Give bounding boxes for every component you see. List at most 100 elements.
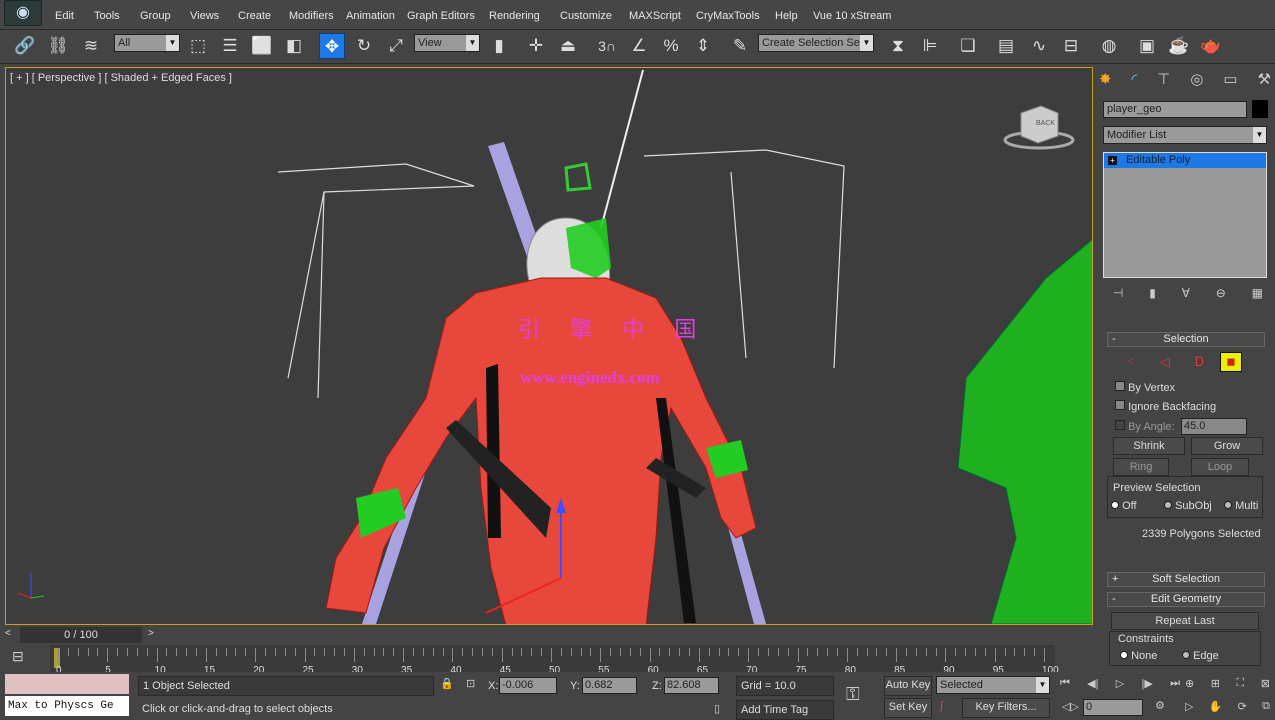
- menu-crymaxtools[interactable]: CryMaxTools: [696, 10, 760, 22]
- modifier-list-dropdown[interactable]: Modifier List ▼: [1103, 126, 1267, 144]
- object-color-swatch[interactable]: [1252, 100, 1268, 118]
- absolute-mode-icon[interactable]: ⊡: [466, 677, 475, 690]
- angle-value-field[interactable]: 45.0: [1181, 418, 1247, 435]
- edit-named-selection-icon[interactable]: ✎: [727, 33, 753, 59]
- orbit-icon[interactable]: ⟳: [1238, 700, 1247, 713]
- make-unique-icon[interactable]: ∀: [1182, 286, 1190, 300]
- app-logo-button[interactable]: ◉: [4, 0, 42, 26]
- object-name-field[interactable]: player_geo: [1103, 101, 1247, 118]
- named-selection-dropdown[interactable]: Create Selection Se ▼: [758, 34, 874, 52]
- set-key-button[interactable]: Set Key: [884, 698, 932, 718]
- utilities-tab-icon[interactable]: ⚒: [1258, 70, 1271, 88]
- time-configuration-icon[interactable]: ⚙: [1155, 699, 1165, 712]
- render-production-icon[interactable]: 🫖: [1198, 33, 1224, 59]
- menu-modifiers[interactable]: Modifiers: [289, 10, 334, 22]
- pan-icon[interactable]: ✋: [1209, 700, 1223, 713]
- viewcube-face-label[interactable]: BACK: [1036, 120, 1055, 127]
- align-icon[interactable]: ⊫: [917, 33, 943, 59]
- constraint-none-radio[interactable]: [1120, 651, 1128, 659]
- material-editor-icon[interactable]: ◍: [1096, 33, 1122, 59]
- menu-create[interactable]: Create: [238, 10, 271, 22]
- create-tab-icon[interactable]: ✸: [1099, 70, 1112, 88]
- selection-lock-icon[interactable]: 🔒: [440, 677, 454, 690]
- go-to-start-icon[interactable]: ⏮: [1060, 677, 1070, 690]
- stack-item-editable-poly[interactable]: + Editable Poly: [1104, 153, 1266, 168]
- select-and-scale-icon[interactable]: ⤢: [383, 33, 409, 59]
- set-key-icon[interactable]: ⚿: [846, 684, 860, 705]
- maxscript-listener-input[interactable]: Max to Physcs Ge: [5, 696, 129, 716]
- schematic-view-icon[interactable]: ⊟: [1058, 33, 1084, 59]
- reference-coordinate-dropdown[interactable]: View ▼: [414, 34, 480, 52]
- display-tab-icon[interactable]: ▭: [1223, 70, 1237, 88]
- preview-subobj-radio[interactable]: [1164, 501, 1172, 509]
- configure-sets-icon[interactable]: ▦: [1252, 286, 1263, 300]
- element-mode-icon[interactable]: ◼: [1220, 352, 1242, 372]
- select-by-name-icon[interactable]: ☰: [217, 33, 243, 59]
- edge-mode-icon[interactable]: ◁: [1160, 354, 1170, 370]
- grow-button[interactable]: Grow: [1191, 437, 1263, 455]
- select-and-move-icon[interactable]: ✥: [319, 33, 345, 59]
- y-coordinate-field[interactable]: 0.682: [582, 677, 637, 694]
- zoom-extents-all-icon[interactable]: ⊠: [1261, 677, 1270, 690]
- perspective-viewport[interactable]: [ + ] [ Perspective ] [ Shaded + Edged F…: [5, 67, 1093, 625]
- by-angle-checkbox[interactable]: [1115, 420, 1125, 430]
- field-of-view-icon[interactable]: ▷: [1185, 700, 1193, 713]
- menu-group[interactable]: Group: [140, 10, 171, 22]
- soft-selection-rollout[interactable]: + Soft Selection: [1107, 572, 1265, 587]
- zoom-all-icon[interactable]: ⊞: [1211, 677, 1220, 690]
- percent-snap-icon[interactable]: %: [658, 33, 684, 59]
- shrink-button[interactable]: Shrink: [1113, 437, 1185, 455]
- snaps-toggle-icon[interactable]: 3∩: [594, 33, 620, 59]
- pin-stack-icon[interactable]: ⊣: [1113, 286, 1123, 300]
- angle-snap-icon[interactable]: ∠: [626, 33, 652, 59]
- zoom-extents-icon[interactable]: ⛶: [1237, 677, 1245, 690]
- graphite-tools-icon[interactable]: ▤: [993, 33, 1019, 59]
- bind-space-warp-icon[interactable]: ≋: [78, 33, 104, 59]
- modify-tab-icon[interactable]: ◜: [1132, 70, 1138, 88]
- repeat-last-button[interactable]: Repeat Last: [1111, 612, 1259, 630]
- menu-animation[interactable]: Animation: [346, 10, 395, 22]
- zoom-icon[interactable]: ⊕: [1185, 677, 1194, 690]
- menu-graph-editors[interactable]: Graph Editors: [407, 10, 475, 22]
- rectangle-selection-icon[interactable]: ⬜: [249, 33, 275, 59]
- key-tangent-icon[interactable]: ∫: [940, 700, 943, 712]
- select-object-icon[interactable]: ⬚: [185, 33, 211, 59]
- menu-edit[interactable]: Edit: [55, 10, 74, 22]
- play-icon[interactable]: ▷: [1116, 677, 1124, 690]
- mirror-icon[interactable]: ⧗: [885, 33, 911, 59]
- maximize-viewport-icon[interactable]: ⧉: [1262, 700, 1270, 713]
- show-end-result-icon[interactable]: ▮: [1149, 286, 1156, 300]
- select-and-link-icon[interactable]: 🔗: [12, 33, 38, 59]
- layer-manager-icon[interactable]: ❏: [955, 33, 981, 59]
- manipulate-icon[interactable]: ✛: [523, 33, 549, 59]
- ring-button[interactable]: Ring: [1113, 458, 1169, 476]
- time-slider[interactable]: 0 / 100: [20, 627, 142, 643]
- z-coordinate-field[interactable]: 82.608: [664, 677, 719, 694]
- curve-editor-icon[interactable]: ∿: [1026, 33, 1052, 59]
- spinner-snap-icon[interactable]: ⇕: [690, 33, 716, 59]
- menu-vue-10-xstream[interactable]: Vue 10 xStream: [813, 10, 891, 22]
- timeline-track[interactable]: 0 5 10 15 20 25 30 35 40 45 50 55 60 65 70 75 80 85 90 95 10…: [50, 645, 1059, 676]
- mini-curve-editor-icon[interactable]: ⊟: [12, 648, 24, 665]
- prev-frame-button[interactable]: <: [5, 628, 19, 642]
- render-setup-icon[interactable]: ▣: [1134, 33, 1160, 59]
- expand-icon[interactable]: +: [1108, 156, 1117, 165]
- previous-frame-icon[interactable]: ◀|: [1087, 677, 1098, 690]
- select-and-rotate-icon[interactable]: ↻: [351, 33, 377, 59]
- pivot-center-icon[interactable]: ▮: [486, 33, 512, 59]
- vertex-mode-icon[interactable]: ⁖: [1127, 354, 1135, 370]
- current-frame-field[interactable]: 0: [1083, 699, 1143, 716]
- by-vertex-checkbox[interactable]: [1115, 381, 1125, 391]
- ignore-backfacing-checkbox[interactable]: [1115, 400, 1125, 410]
- add-time-tag-button[interactable]: Add Time Tag: [736, 700, 834, 720]
- keyboard-shortcut-override-icon[interactable]: ⏏: [555, 33, 581, 59]
- rendered-frame-icon[interactable]: ☕: [1166, 33, 1192, 59]
- auto-key-button[interactable]: Auto Key: [884, 676, 932, 696]
- menu-views[interactable]: Views: [190, 10, 219, 22]
- motion-tab-icon[interactable]: ◎: [1190, 70, 1203, 88]
- loop-button[interactable]: Loop: [1191, 458, 1249, 476]
- selection-rollout[interactable]: - Selection: [1107, 332, 1265, 347]
- menu-tools[interactable]: Tools: [94, 10, 120, 22]
- constraint-edge-radio[interactable]: [1182, 651, 1190, 659]
- go-to-end-icon[interactable]: ⏭: [1170, 677, 1180, 690]
